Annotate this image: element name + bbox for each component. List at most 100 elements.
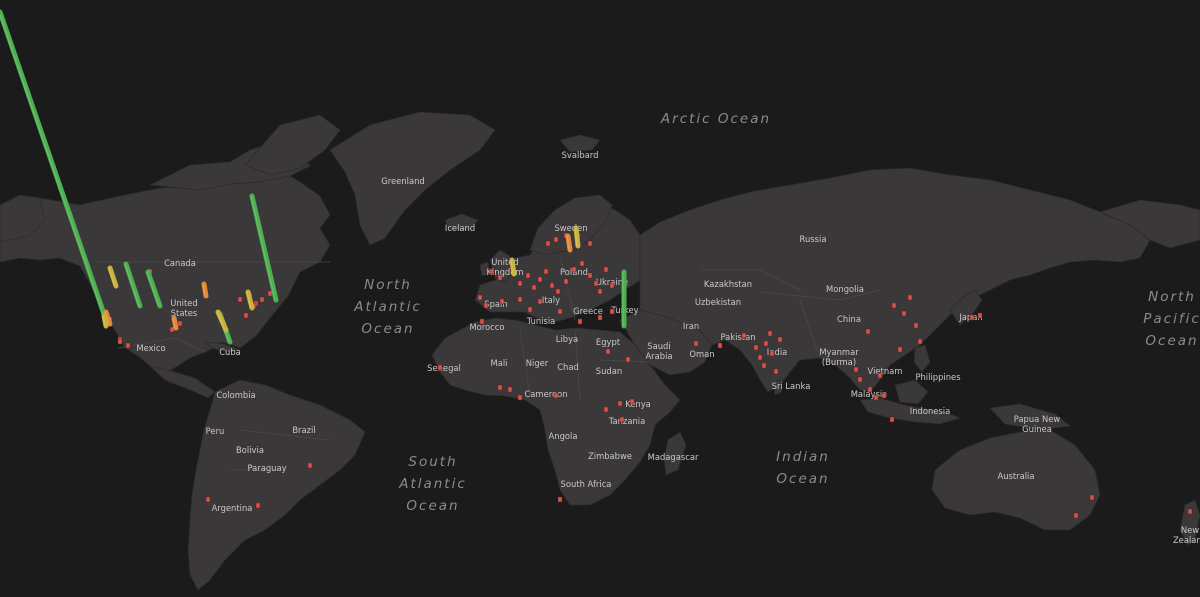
country-label-russia: Russia bbox=[800, 234, 827, 244]
location-marker[interactable] bbox=[577, 318, 583, 325]
location-marker[interactable] bbox=[917, 338, 923, 345]
location-marker[interactable] bbox=[1089, 494, 1095, 501]
location-marker[interactable] bbox=[555, 288, 561, 295]
location-marker[interactable] bbox=[499, 298, 505, 305]
location-marker[interactable] bbox=[969, 314, 975, 321]
location-marker[interactable] bbox=[437, 364, 443, 371]
location-marker[interactable] bbox=[527, 306, 533, 313]
country-label-peru: Peru bbox=[206, 426, 225, 436]
location-marker[interactable] bbox=[717, 342, 723, 349]
world-map[interactable]: Arctic Ocean North Atlantic Ocean South Atlan… bbox=[0, 0, 1200, 597]
location-marker[interactable] bbox=[753, 344, 759, 351]
location-marker[interactable] bbox=[605, 348, 611, 355]
location-marker[interactable] bbox=[537, 276, 543, 283]
location-marker[interactable] bbox=[877, 372, 883, 379]
location-marker[interactable] bbox=[117, 338, 123, 345]
location-marker[interactable] bbox=[571, 266, 577, 273]
country-label-chad: Chad bbox=[557, 362, 579, 372]
country-label-canada: Canada bbox=[164, 258, 196, 268]
location-marker[interactable] bbox=[773, 368, 779, 375]
location-marker[interactable] bbox=[557, 496, 563, 503]
location-marker[interactable] bbox=[897, 346, 903, 353]
location-marker[interactable] bbox=[587, 272, 593, 279]
location-marker[interactable] bbox=[307, 462, 313, 469]
location-marker[interactable] bbox=[489, 268, 495, 275]
location-marker[interactable] bbox=[267, 290, 273, 297]
location-marker[interactable] bbox=[603, 406, 609, 413]
location-marker[interactable] bbox=[619, 416, 625, 423]
country-label-colombia: Colombia bbox=[216, 390, 255, 400]
location-marker[interactable] bbox=[763, 340, 769, 347]
location-marker[interactable] bbox=[757, 354, 763, 361]
location-marker[interactable] bbox=[889, 416, 895, 423]
location-marker[interactable] bbox=[553, 236, 559, 243]
location-marker[interactable] bbox=[177, 320, 183, 327]
location-marker[interactable] bbox=[507, 386, 513, 393]
location-marker[interactable] bbox=[593, 280, 599, 287]
location-marker[interactable] bbox=[259, 296, 265, 303]
location-marker[interactable] bbox=[693, 340, 699, 347]
location-marker[interactable] bbox=[873, 394, 879, 401]
location-marker[interactable] bbox=[1187, 508, 1193, 515]
location-marker[interactable] bbox=[169, 326, 175, 333]
location-marker[interactable] bbox=[517, 394, 523, 401]
location-marker[interactable] bbox=[563, 278, 569, 285]
location-marker[interactable] bbox=[881, 392, 887, 399]
location-marker[interactable] bbox=[603, 266, 609, 273]
location-marker[interactable] bbox=[531, 284, 537, 291]
location-marker[interactable] bbox=[549, 282, 555, 289]
location-marker[interactable] bbox=[761, 362, 767, 369]
location-marker[interactable] bbox=[913, 322, 919, 329]
location-marker[interactable] bbox=[557, 308, 563, 315]
location-marker[interactable] bbox=[901, 310, 907, 317]
location-marker[interactable] bbox=[243, 312, 249, 319]
location-marker[interactable] bbox=[255, 502, 261, 509]
location-marker[interactable] bbox=[517, 280, 523, 287]
location-marker[interactable] bbox=[977, 312, 983, 319]
country-label-mexico: Mexico bbox=[136, 343, 165, 353]
location-marker[interactable] bbox=[907, 294, 913, 301]
location-marker[interactable] bbox=[553, 392, 559, 399]
location-marker[interactable] bbox=[609, 282, 615, 289]
location-marker[interactable] bbox=[625, 356, 631, 363]
location-marker[interactable] bbox=[545, 240, 551, 247]
location-marker[interactable] bbox=[629, 398, 635, 405]
country-label-sweden: Sweden bbox=[554, 223, 587, 233]
location-marker[interactable] bbox=[525, 272, 531, 279]
country-label-sri-lanka: Sri Lanka bbox=[772, 381, 811, 391]
location-marker[interactable] bbox=[741, 332, 747, 339]
location-marker[interactable] bbox=[769, 350, 775, 357]
location-marker[interactable] bbox=[479, 318, 485, 325]
country-label-cameroon: Cameroon bbox=[524, 389, 567, 399]
location-marker[interactable] bbox=[543, 268, 549, 275]
location-marker[interactable] bbox=[853, 366, 859, 373]
location-marker[interactable] bbox=[767, 330, 773, 337]
location-marker[interactable] bbox=[865, 328, 871, 335]
country-label-tanzania: Tanzania bbox=[608, 416, 645, 426]
location-marker[interactable] bbox=[237, 296, 243, 303]
location-marker[interactable] bbox=[617, 400, 623, 407]
location-marker[interactable] bbox=[483, 302, 489, 309]
country-label-myanmar: Myanmar (Burma) bbox=[819, 347, 859, 367]
location-marker[interactable] bbox=[517, 296, 523, 303]
location-marker[interactable] bbox=[587, 240, 593, 247]
location-marker[interactable] bbox=[891, 302, 897, 309]
country-label-senegal: Senegal bbox=[427, 363, 461, 373]
location-marker[interactable] bbox=[597, 314, 603, 321]
location-marker[interactable] bbox=[597, 288, 603, 295]
location-marker[interactable] bbox=[579, 260, 585, 267]
location-marker[interactable] bbox=[609, 308, 615, 315]
location-marker[interactable] bbox=[205, 496, 211, 503]
ocean-label-south-atlantic: Ocean bbox=[406, 498, 459, 514]
country-label-paraguay: Paraguay bbox=[247, 463, 286, 473]
location-marker[interactable] bbox=[537, 298, 543, 305]
location-marker[interactable] bbox=[125, 342, 131, 349]
location-marker[interactable] bbox=[497, 274, 503, 281]
location-marker[interactable] bbox=[867, 386, 873, 393]
location-marker[interactable] bbox=[477, 294, 483, 301]
location-marker[interactable] bbox=[857, 376, 863, 383]
country-label-libya: Libya bbox=[556, 334, 578, 344]
location-marker[interactable] bbox=[497, 384, 503, 391]
location-marker[interactable] bbox=[1073, 512, 1079, 519]
location-marker[interactable] bbox=[777, 336, 783, 343]
